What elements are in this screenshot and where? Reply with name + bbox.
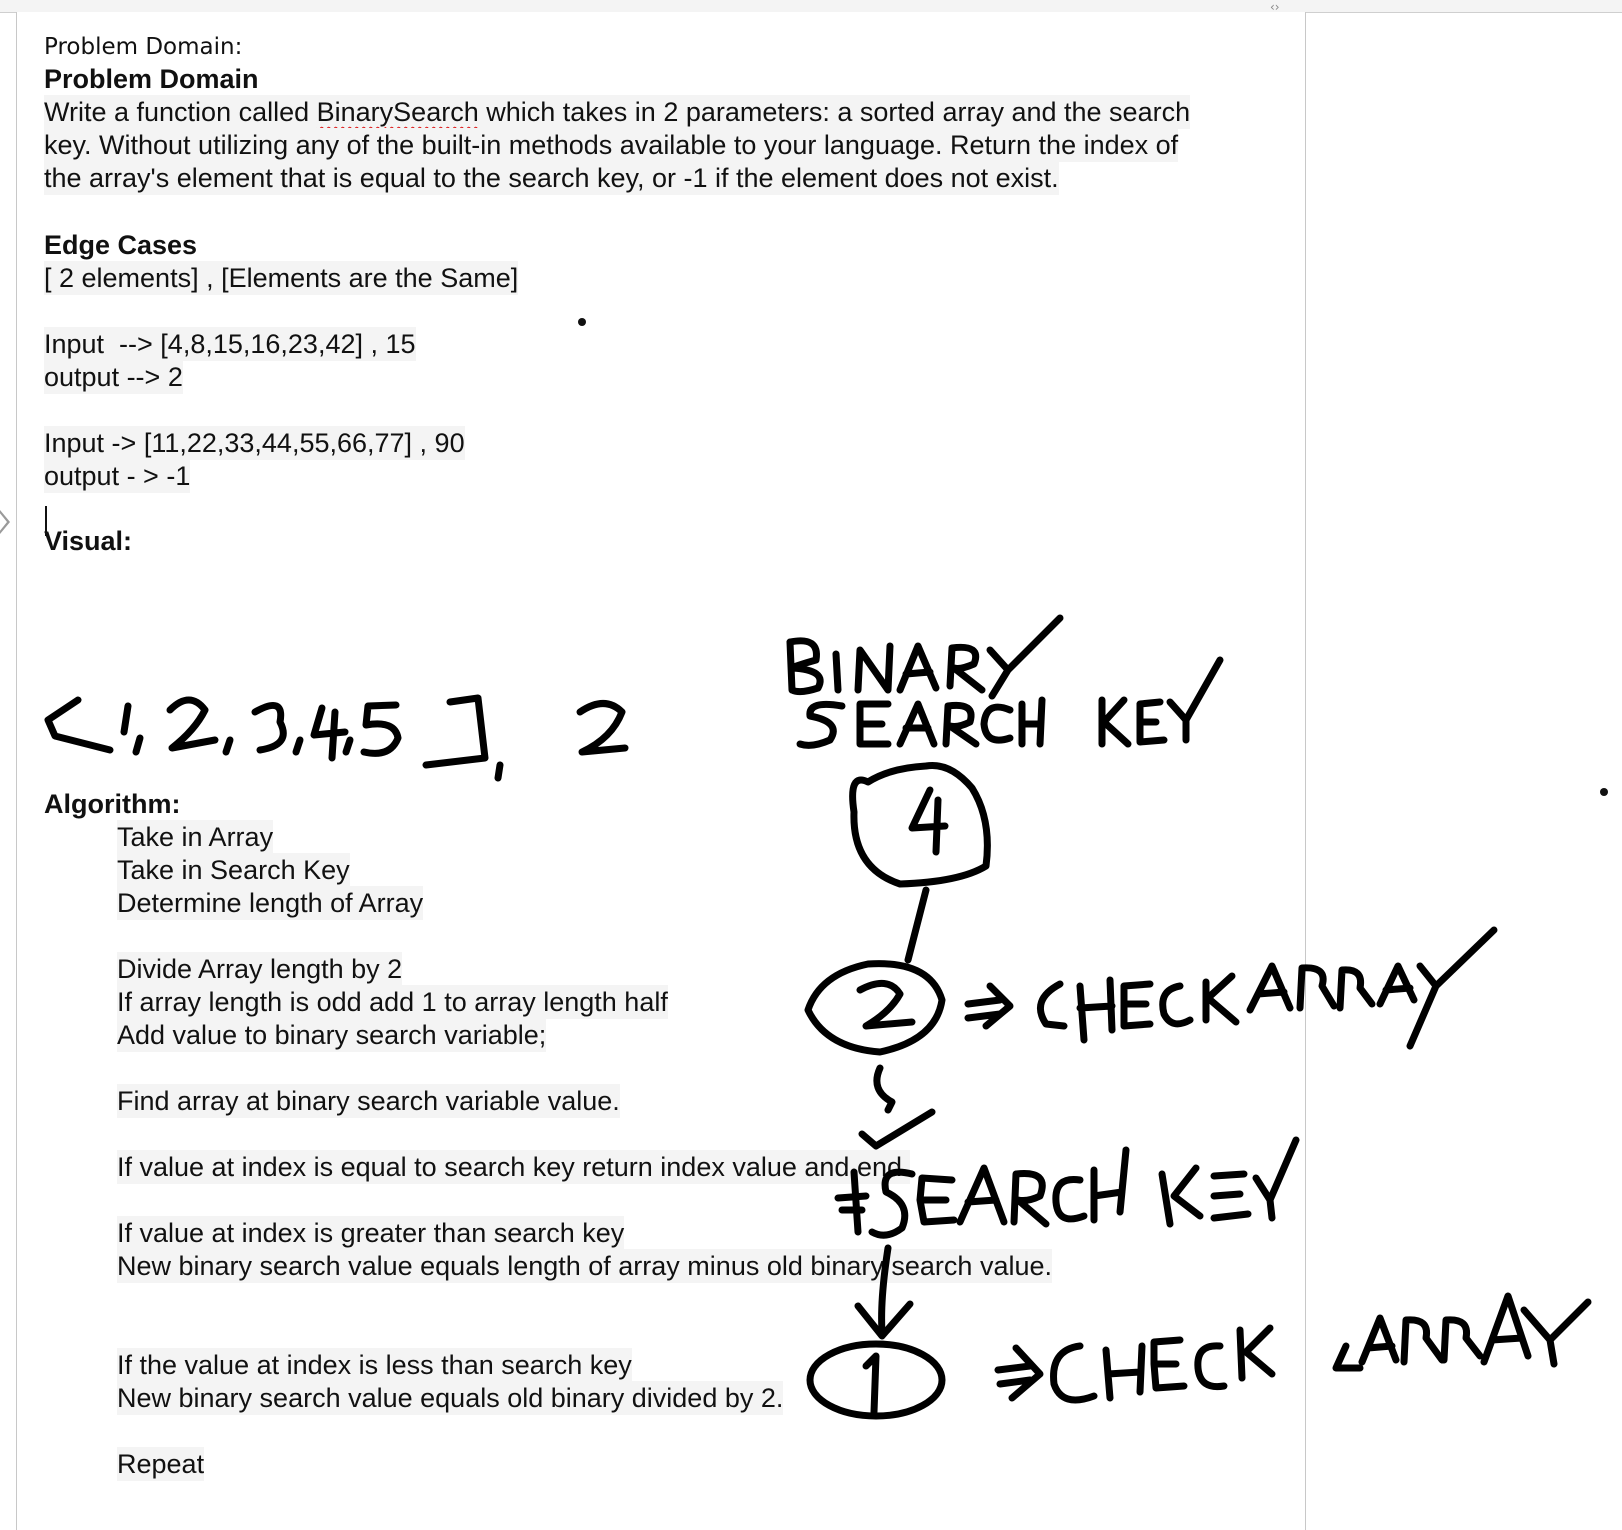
edge-cases-heading: Edge Cases (44, 230, 198, 260)
algorithm-step: New binary search value equals old binar… (117, 1381, 784, 1415)
stray-ink-dot (1600, 788, 1608, 796)
example-1-input: Input --> [4,8,15,16,23,42] , 15 (44, 327, 416, 361)
algorithm-step: New binary search value equals length of… (117, 1249, 1052, 1283)
spellcheck-word: BinarySearch (316, 97, 479, 127)
algorithm-step: Add value to binary search variable; (117, 1018, 547, 1052)
algorithm-step: Repeat (117, 1447, 205, 1481)
algorithm-step: Find array at binary search variable val… (117, 1084, 620, 1118)
algorithm-step: Divide Array length by 2 (117, 952, 403, 986)
visual-heading: Visual: (44, 526, 133, 556)
header-label: Problem Domain: (44, 34, 243, 60)
algorithm-step: Take in Array (117, 820, 274, 854)
algorithm-step: If array length is odd add 1 to array le… (117, 985, 668, 1019)
problem-text-line-1: Write a function called BinarySearch whi… (44, 95, 1191, 129)
algorithm-heading: Algorithm: (44, 789, 181, 819)
algorithm-step: If value at index is equal to search key… (117, 1150, 910, 1184)
problem-text-line-3: the array's element that is equal to the… (44, 161, 1059, 195)
problem-domain-heading: Problem Domain (44, 64, 259, 94)
algorithm-step: If the value at index is less than searc… (117, 1348, 632, 1382)
stray-ink-dot (578, 318, 586, 326)
example-2-input: Input -> [11,22,33,44,55,66,77] , 90 (44, 426, 465, 460)
document-page[interactable] (16, 12, 1306, 1530)
example-2-output: output - > -1 (44, 459, 191, 493)
algorithm-step: If value at index is greater than search… (117, 1216, 625, 1250)
problem-text-line-2: key. Without utilizing any of the built-… (44, 128, 1179, 162)
algorithm-step: Take in Search Key (117, 853, 350, 887)
algorithm-step: Determine length of Array (117, 886, 424, 920)
edge-cases-text: [ 2 elements] , [Elements are the Same] (44, 261, 519, 295)
example-1-output: output --> 2 (44, 360, 183, 394)
chevron-right-icon[interactable] (0, 510, 10, 534)
